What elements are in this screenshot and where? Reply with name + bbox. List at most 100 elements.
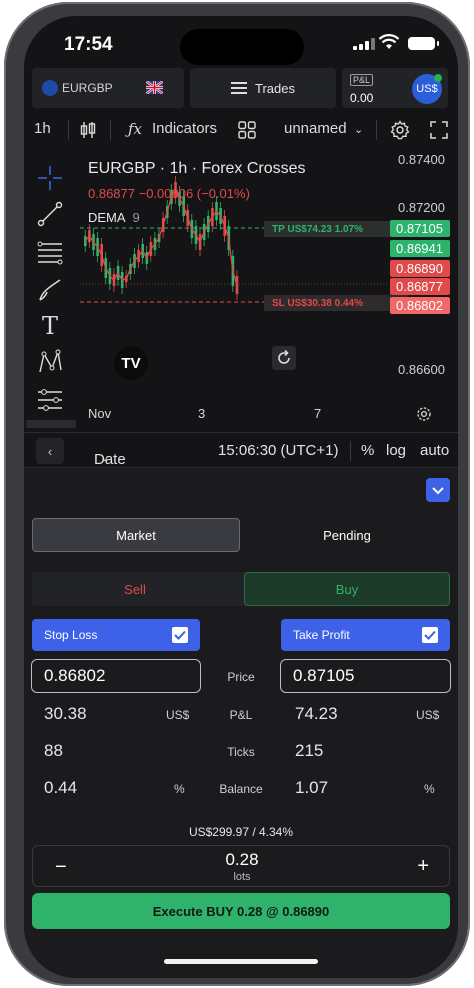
tp-price-label: 0.87105	[390, 220, 450, 237]
drawing-toolbar: T	[24, 146, 80, 428]
take-profit-toggle[interactable]: Take Profit	[281, 619, 450, 651]
chart-toolbar: 1h ƒx Indicators unnamed ⌄	[24, 114, 458, 144]
sl-balance-unit: %	[174, 782, 185, 796]
lots-unit: lots	[233, 871, 251, 883]
stop-loss-label: Stop Loss	[44, 628, 98, 642]
trades-button[interactable]: Trades	[190, 68, 336, 108]
take-profit-price-input[interactable]: 0.87105	[280, 659, 451, 693]
time-tick: Nov	[88, 406, 112, 421]
lots-stepper: − 0.28 lots +	[32, 845, 450, 887]
pl-row-label: P&L	[229, 708, 253, 722]
sell-button[interactable]: Sell	[32, 572, 238, 606]
auto-scale-toggle[interactable]: auto	[420, 442, 449, 459]
brush-icon[interactable]	[36, 276, 64, 304]
price-label: Price	[227, 670, 255, 684]
execute-order-button[interactable]: Execute BUY 0.28 @ 0.86890	[32, 893, 450, 929]
tp-pl-value[interactable]: 74.23	[295, 704, 338, 724]
sl-balance-value[interactable]: 0.44	[44, 778, 77, 798]
chevron-down-icon[interactable]: ⌄	[354, 123, 363, 136]
pl-tag: P&L	[350, 74, 374, 86]
tp-ticks-value[interactable]: 215	[295, 741, 323, 761]
sl-pl-value[interactable]: 30.38	[44, 704, 87, 724]
take-profit-label: Take Profit	[293, 628, 350, 642]
eu-flag-icon	[42, 80, 58, 96]
price-tick: 0.87400	[398, 152, 445, 167]
collapse-chevron-left-icon[interactable]: ‹	[36, 438, 64, 464]
crosshair-icon[interactable]	[36, 164, 64, 192]
time-tick: 3	[198, 406, 206, 421]
settings-gear-icon[interactable]	[390, 120, 410, 140]
percent-scale-toggle[interactable]: %	[361, 442, 374, 459]
fib-retracement-icon[interactable]	[36, 238, 64, 266]
trend-line-icon[interactable]	[36, 200, 64, 228]
price-chart[interactable]: EURGBP · 1h · Forex Crosses 0.86877 −0.0…	[80, 146, 408, 412]
tab-pending[interactable]: Pending	[244, 518, 450, 552]
side-selector: Sell Buy	[32, 572, 450, 606]
fullscreen-icon[interactable]	[430, 121, 448, 139]
layouts-icon[interactable]	[238, 121, 256, 139]
tp-balance-unit: %	[424, 782, 435, 796]
tp-pl-unit: US$	[416, 708, 440, 722]
stop-loss-toggle[interactable]: Stop Loss	[32, 619, 200, 651]
reset-chart-icon[interactable]	[272, 346, 296, 370]
pl-widget[interactable]: P&L 0.00 US$	[342, 68, 448, 108]
indicators-icon[interactable]: ƒx	[128, 120, 142, 138]
layout-name[interactable]: unnamed	[284, 120, 347, 137]
balance-row-label: Balance	[219, 782, 263, 796]
price-tick: 0.86600	[398, 362, 445, 377]
chart-quote: 0.86877 −0.00006 (−0.01%)	[88, 186, 250, 201]
ask-price-label: 0.86941	[390, 240, 450, 257]
toolbar-scroll-indicator[interactable]	[26, 420, 76, 428]
symbol-label: EURGBP	[62, 81, 113, 95]
indicators-button[interactable]: Indicators	[152, 120, 217, 137]
sl-price-label: 0.86802	[390, 297, 450, 314]
interval-selector[interactable]: 1h	[34, 120, 51, 137]
time-axis[interactable]: Nov 3 7	[80, 404, 458, 424]
home-indicator[interactable]	[164, 959, 318, 964]
signal-icon	[353, 38, 375, 50]
clock-timezone[interactable]: 15:06:30 (UTC+1)	[218, 442, 338, 459]
balance-row: 0.44 % Balance 1.07 %	[24, 778, 458, 808]
phone-frame: 17:54 EURGBP Trades P&L 0.00 US$ 1h ƒx I…	[4, 2, 470, 986]
uk-flag-icon	[146, 81, 163, 94]
candle-body	[235, 276, 239, 294]
text-tool-icon[interactable]: T	[36, 312, 64, 340]
stop-loss-price-input[interactable]: 0.86802	[31, 659, 201, 693]
indicator-param: 9	[132, 210, 140, 225]
tab-market[interactable]: Market	[32, 518, 240, 552]
divider	[110, 120, 111, 140]
divider	[68, 120, 69, 140]
sl-overlay-label[interactable]: SL US$30.38 0.44% x	[264, 295, 408, 311]
log-scale-toggle[interactable]: log	[386, 442, 406, 459]
tp-balance-value[interactable]: 1.07	[295, 778, 328, 798]
sl-ticks-value[interactable]: 88	[44, 741, 63, 761]
axis-settings-gear-icon[interactable]	[416, 406, 432, 422]
panel-collapse-chevron-icon[interactable]	[426, 478, 450, 502]
trades-label: Trades	[255, 80, 295, 96]
tradingview-logo-icon[interactable]: TV	[114, 346, 148, 380]
increase-lots-button[interactable]: +	[417, 855, 429, 878]
status-bar: 17:54	[24, 16, 458, 70]
indicator-name: DEMA	[88, 210, 125, 225]
sl-overlay-text: SL US$30.38 0.44%	[272, 297, 363, 309]
buy-button[interactable]: Buy	[244, 572, 450, 606]
symbol-selector[interactable]: EURGBP	[32, 68, 184, 108]
prediction-tool-icon[interactable]	[36, 386, 64, 414]
list-icon	[231, 82, 247, 94]
margin-summary: US$299.97 / 4.34%	[188, 825, 294, 839]
chevron-down-icon: ⌄	[100, 452, 110, 464]
divider	[376, 120, 377, 140]
top-bar: EURGBP Trades P&L 0.00 US$	[24, 68, 458, 112]
pattern-icon[interactable]	[36, 348, 64, 376]
indicator-legend[interactable]: DEMA 9	[88, 210, 140, 225]
account-avatar[interactable]: US$	[412, 74, 442, 104]
checkbox-checked-icon[interactable]	[422, 627, 438, 643]
sl-pl-unit: US$	[166, 708, 190, 722]
ticks-row-label: Ticks	[227, 745, 255, 759]
time-tick: 7	[314, 406, 322, 421]
checkbox-checked-icon[interactable]	[172, 627, 188, 643]
lots-value[interactable]: 0.28	[33, 850, 451, 870]
tp-overlay-label[interactable]: TP US$74.23 1.07% x	[264, 221, 408, 237]
candles-icon[interactable]	[79, 121, 97, 139]
ticks-row: 88 Ticks 215	[24, 741, 458, 771]
